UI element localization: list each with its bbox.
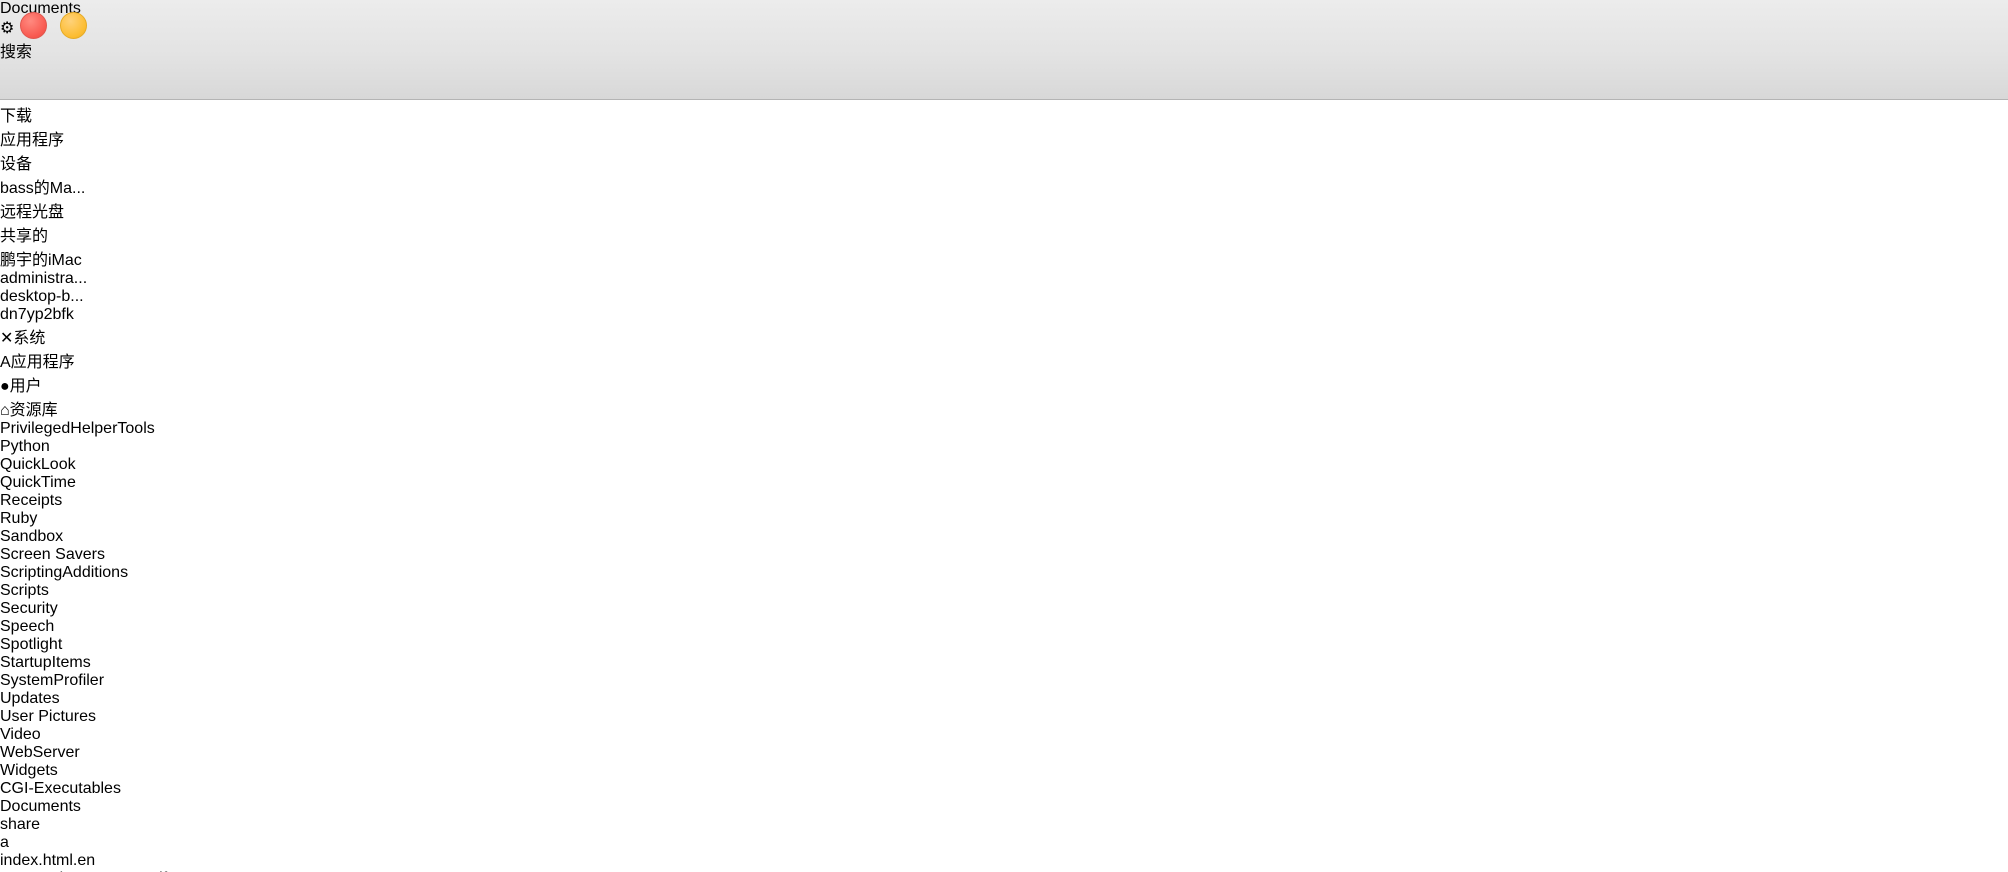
folder-badge-icon: ✕ <box>0 330 14 347</box>
file-name: User Pictures <box>0 708 97 725</box>
file-name: Security <box>0 600 58 617</box>
file-row[interactable]: Sandbox <box>0 528 2008 546</box>
file-row[interactable]: share <box>0 816 2008 834</box>
sidebar-item-label: 下载 <box>0 108 33 125</box>
file-name: 应用程序 <box>10 354 75 371</box>
sidebar-item-label: bass的Ma... <box>0 180 86 197</box>
folder-icon: A <box>0 354 11 371</box>
file-row[interactable]: Python <box>0 438 2008 456</box>
file-row[interactable]: User Pictures <box>0 708 2008 726</box>
file-name: 用户 <box>9 378 42 395</box>
file-row[interactable]: Widgets <box>0 762 2008 780</box>
column-documents[interactable]: aindex.html.enPoweredByMacOSX.gifPowered… <box>0 834 2008 872</box>
file-name: StartupItems <box>0 654 91 671</box>
file-row[interactable]: Screen Savers <box>0 546 2008 564</box>
file-row[interactable]: Spotlight <box>0 636 2008 654</box>
file-name: Documents <box>0 798 81 815</box>
file-row[interactable]: a <box>0 834 2008 852</box>
file-row[interactable]: A应用程序 <box>0 348 2008 372</box>
file-row[interactable]: StartupItems <box>0 654 2008 672</box>
file-name: WebServer <box>0 744 80 761</box>
column-browser: ✕系统 A应用程序 ●用户 ⌂资源库 PrivilegedHelperTools Pyt… <box>0 324 2008 872</box>
file-name: share <box>0 816 41 833</box>
title-bar: Documents ⚙ 搜索 <box>0 0 2008 100</box>
file-name: Receipts <box>0 492 63 509</box>
file-name: ScriptingAdditions <box>0 564 129 581</box>
sidebar-item[interactable]: 鹏宇的iMac <box>0 246 2008 270</box>
toolbar: ⚙ 搜索 <box>0 18 2008 62</box>
folder-icon: ✕ <box>0 330 13 347</box>
file-row[interactable]: Receipts <box>0 492 2008 510</box>
sidebar-item-label: dn7yp2bfk <box>0 306 74 323</box>
file-row[interactable]: Documents <box>0 798 2008 816</box>
action-menu-button[interactable]: ⚙ <box>0 18 2008 38</box>
file-name: Video <box>0 726 41 743</box>
folder-badge-icon: ⌂ <box>0 402 10 419</box>
file-name: Ruby <box>0 510 38 527</box>
file-name: CGI-Executables <box>0 780 121 797</box>
column-library[interactable]: PrivilegedHelperTools Python QuickLook Quic… <box>0 420 2008 780</box>
file-row[interactable]: ●用户 <box>0 372 2008 396</box>
file-name: Speech <box>0 618 55 635</box>
minimize-button[interactable] <box>60 12 87 39</box>
file-name: Widgets <box>0 762 58 779</box>
sidebar-item[interactable]: desktop-b... <box>0 288 2008 306</box>
file-row[interactable]: Security <box>0 600 2008 618</box>
file-row[interactable]: ScriptingAdditions <box>0 564 2008 582</box>
file-name: 系统 <box>13 330 46 347</box>
sidebar-item-label: 鹏宇的iMac <box>0 252 82 269</box>
maximize-button[interactable] <box>0 12 25 37</box>
file-name: PrivilegedHelperTools <box>0 420 155 437</box>
file-row[interactable]: CGI-Executables <box>0 780 2008 798</box>
file-name: QuickLook <box>0 456 76 473</box>
file-row[interactable]: PrivilegedHelperTools <box>0 420 2008 438</box>
sidebar-item-label: 应用程序 <box>0 132 65 149</box>
sidebar-item[interactable]: 应用程序 <box>0 126 2008 150</box>
finder-window: Documents ⚙ 搜索 下载 应用程序 设备 bass的Ma... 远程光… <box>0 0 2008 872</box>
sidebar-item-label: desktop-b... <box>0 288 84 305</box>
file-row[interactable]: index.html.en <box>0 852 2008 870</box>
file-name: Spotlight <box>0 636 63 653</box>
sidebar-section-header: 设备 <box>0 156 33 173</box>
file-name: Sandbox <box>0 528 64 545</box>
file-row[interactable]: ✕系统 <box>0 324 2008 348</box>
file-row[interactable]: SystemProfiler <box>0 672 2008 690</box>
file-name: index.html.en <box>0 852 96 869</box>
sidebar-item-label: 远程光盘 <box>0 204 65 221</box>
window-title: Documents <box>0 0 2008 18</box>
file-row[interactable]: QuickLook <box>0 456 2008 474</box>
file-name: 资源库 <box>9 402 58 419</box>
file-row[interactable]: Scripts <box>0 582 2008 600</box>
search-placeholder: 搜索 <box>0 44 33 61</box>
sidebar-item[interactable]: administra... <box>0 270 2008 288</box>
sidebar-item[interactable]: bass的Ma... <box>0 174 2008 198</box>
sidebar-item-label: administra... <box>0 270 88 287</box>
column-webserver[interactable]: CGI-Executables Documents share <box>0 780 2008 834</box>
folder-badge-icon: A <box>0 354 11 371</box>
sidebar-item[interactable]: 远程光盘 <box>0 198 2008 222</box>
folder-icon: ⌂ <box>0 402 10 419</box>
file-row[interactable]: Updates <box>0 690 2008 708</box>
file-row[interactable]: QuickTime <box>0 474 2008 492</box>
file-row[interactable]: ⌂资源库 <box>0 396 2008 420</box>
folder-icon: ● <box>0 378 10 395</box>
file-row[interactable]: Ruby <box>0 510 2008 528</box>
sidebar-section-header: 共享的 <box>0 228 49 245</box>
file-name: QuickTime <box>0 474 76 491</box>
folder-badge-icon: ● <box>0 378 10 395</box>
column-macintosh-hd[interactable]: ✕系统 A应用程序 ●用户 ⌂资源库 <box>0 324 2008 420</box>
sidebar-item[interactable]: dn7yp2bfk <box>0 306 2008 324</box>
file-row[interactable]: Video <box>0 726 2008 744</box>
file-name: Scripts <box>0 582 49 599</box>
sidebar-item[interactable]: 下载 <box>0 102 2008 126</box>
file-row[interactable]: WebServer <box>0 744 2008 762</box>
file-name: Screen Savers <box>0 546 105 563</box>
file-name: Python <box>0 438 50 455</box>
file-name: Updates <box>0 690 60 707</box>
file-name: SystemProfiler <box>0 672 105 689</box>
search-input[interactable]: 搜索 <box>0 38 2008 62</box>
file-name: a <box>0 834 9 851</box>
file-row[interactable]: Speech <box>0 618 2008 636</box>
